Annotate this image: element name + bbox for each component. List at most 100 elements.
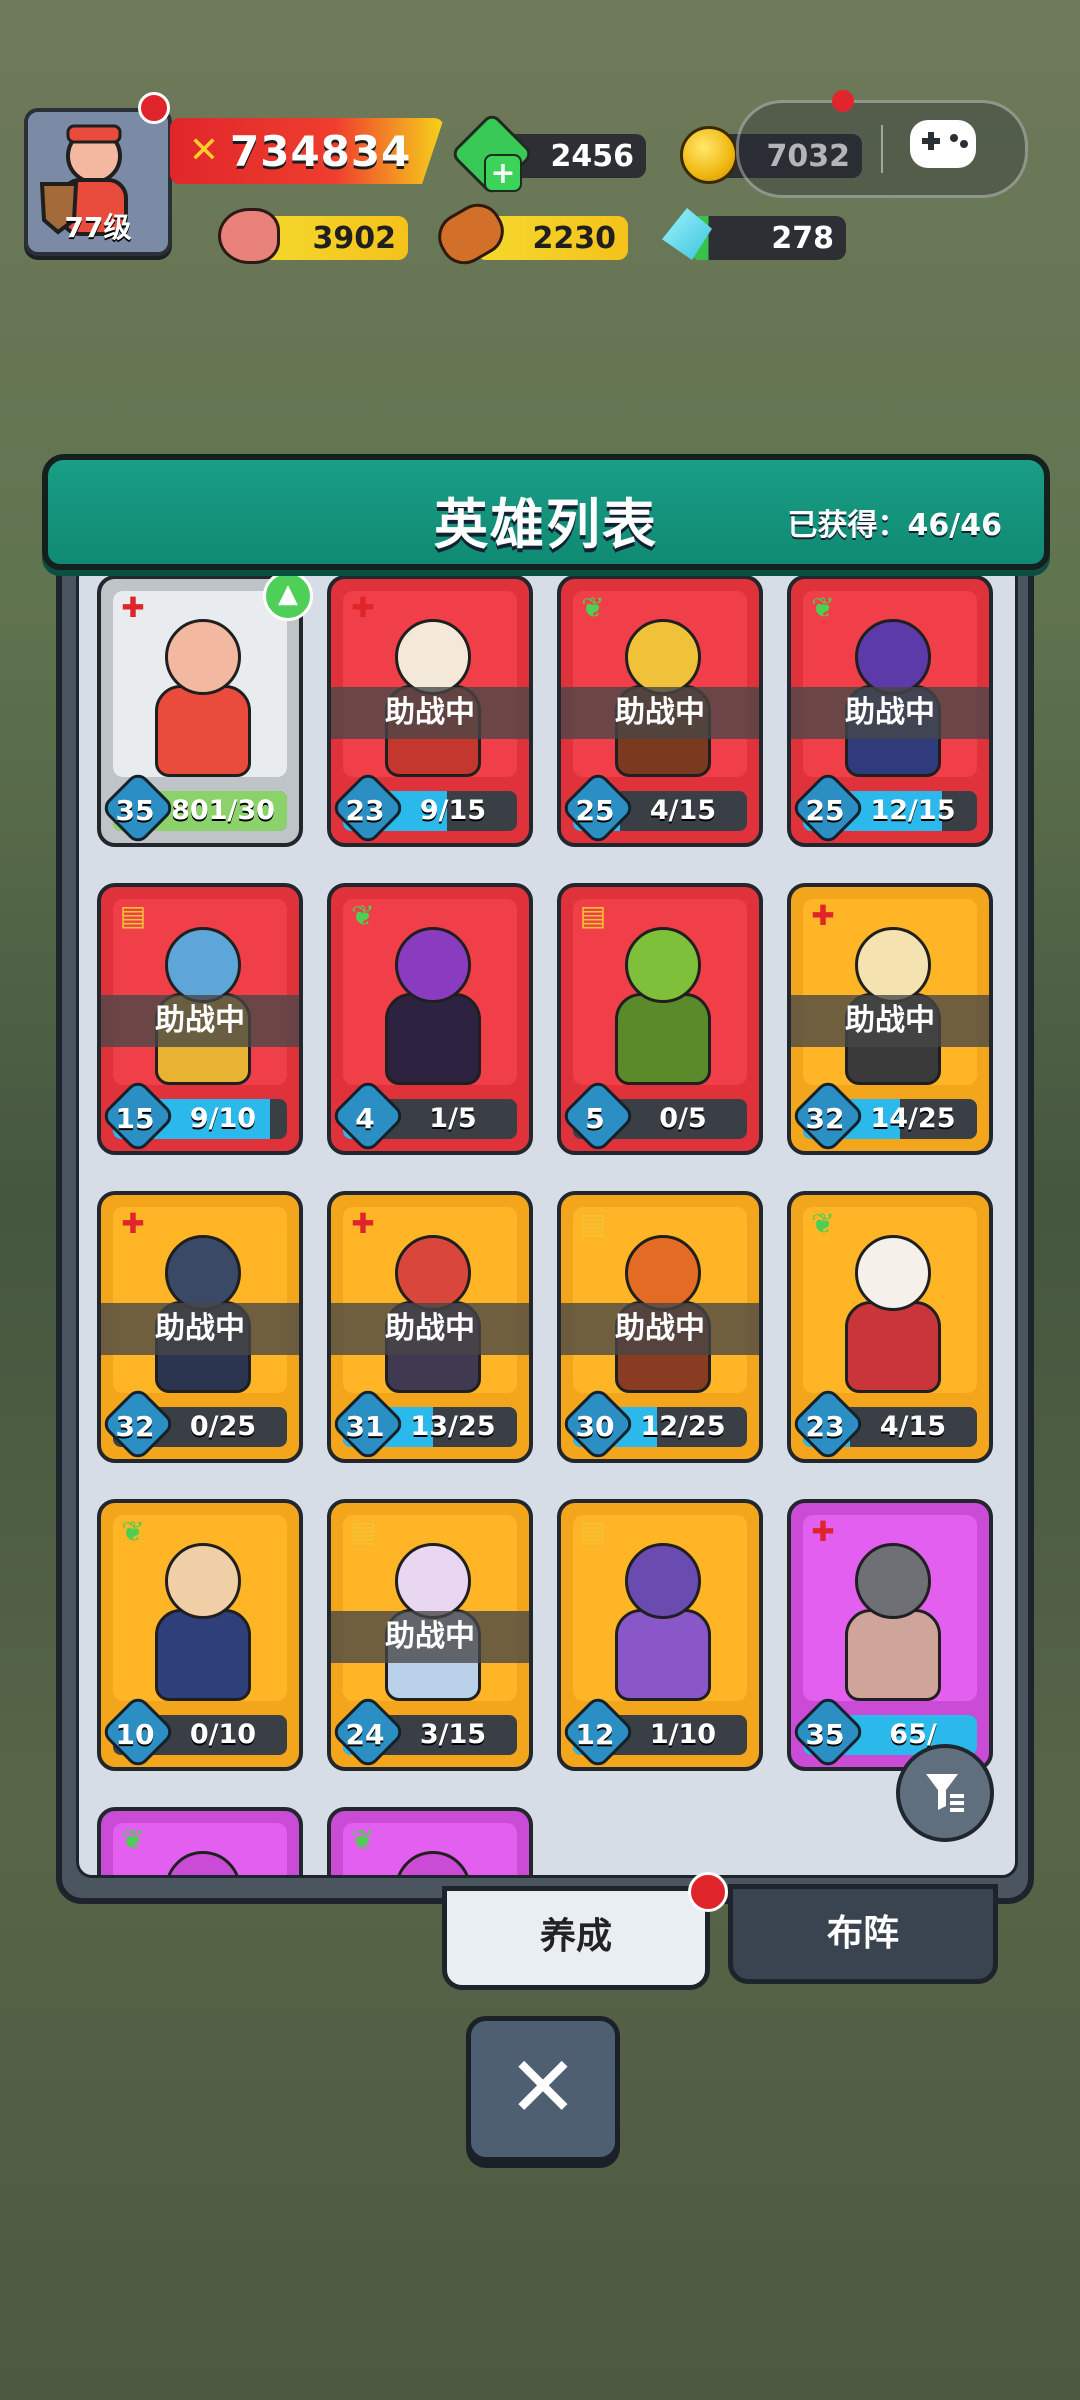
shard-progress-text: 9/15 — [419, 795, 487, 826]
hero-level: 35 — [805, 1718, 845, 1751]
hero-card[interactable]: ✚ 助战中 14/25 32 — [787, 883, 993, 1155]
hero-class-icon: ❦ — [811, 1206, 835, 1240]
add-gem-icon[interactable]: + — [484, 154, 522, 192]
hero-class-icon: ✚ — [811, 898, 835, 932]
upgrade-arrow-icon: ▲ — [263, 571, 313, 621]
hero-card[interactable]: ✚ 助战中 0/25 32 — [97, 1191, 303, 1463]
gem-value: 2456 — [550, 138, 635, 174]
hero-card[interactable]: ✚ 65/35 — [787, 1499, 993, 1771]
hero-level: 35 — [115, 794, 155, 827]
player-avatar[interactable]: 77级 — [24, 108, 172, 256]
gold-coin-icon — [680, 126, 738, 184]
hero-class-icon: ❦ — [351, 1822, 375, 1856]
hero-class-icon: ▤ — [579, 1206, 607, 1240]
hero-card[interactable]: ✚ 助战中 13/25 31 — [327, 1191, 533, 1463]
hero-class-icon: ▤ — [579, 898, 607, 932]
shard-progress-text: 801/30 — [171, 795, 275, 826]
power-value: 734834 — [230, 126, 412, 176]
hero-class-icon: ✚ — [121, 1206, 145, 1240]
player-level: 77级 — [64, 211, 132, 244]
filter-button[interactable] — [896, 1744, 994, 1842]
hero-level: 4 — [355, 1102, 375, 1135]
train-tab-notification-dot — [688, 1872, 728, 1912]
shard-progress-text: 3/15 — [419, 1719, 487, 1750]
hero-class-icon: ▤ — [579, 1514, 607, 1548]
meat-value: 3902 — [312, 220, 397, 256]
hero-card[interactable]: ❦ 助战中 12/15 25 — [787, 575, 993, 847]
wood-value: 2230 — [532, 220, 617, 256]
filter-icon — [926, 1774, 964, 1812]
power-display: ✕ 734834 — [170, 118, 444, 184]
close-icon: ✕ — [507, 2038, 579, 2136]
hero-class-icon: ▤ — [349, 1514, 377, 1548]
hero-card[interactable]: ❦ — [97, 1807, 303, 1875]
hero-level: 30 — [575, 1410, 615, 1443]
hero-class-icon: ❦ — [811, 590, 835, 624]
hero-figure-icon — [145, 619, 255, 779]
supporting-banner: 助战中 — [561, 687, 759, 739]
hero-class-icon: ✚ — [811, 1514, 835, 1548]
hero-figure-icon — [375, 1851, 485, 1875]
hero-class-icon: ✚ — [121, 590, 145, 624]
hero-figure-icon — [145, 1543, 255, 1703]
hero-class-icon: ❦ — [581, 590, 605, 624]
shard-progress-text: 13/25 — [410, 1411, 496, 1442]
supporting-banner: 助战中 — [791, 687, 989, 739]
hero-figure-icon — [145, 1851, 255, 1875]
supporting-banner: 助战中 — [101, 995, 299, 1047]
hero-card[interactable]: ❦ 助战中 4/15 25 — [557, 575, 763, 847]
meat-icon — [218, 208, 280, 264]
crossed-swords-icon: ✕ — [188, 130, 220, 171]
hero-level: 12 — [575, 1718, 615, 1751]
supporting-banner: 助战中 — [331, 1611, 529, 1663]
avatar-notification-dot — [138, 92, 170, 124]
hero-level: 32 — [115, 1410, 155, 1443]
shard-progress-text: 1/10 — [649, 1719, 717, 1750]
supporting-banner: 助战中 — [561, 1303, 759, 1355]
crystal-value: 278 — [771, 220, 834, 256]
panel-header: 英雄列表 已获得：46/46 — [42, 454, 1050, 570]
hero-level: 10 — [115, 1718, 155, 1751]
hero-class-icon: ❦ — [121, 1514, 145, 1548]
shard-progress-text: 0/25 — [189, 1411, 257, 1442]
hero-card[interactable]: ▤ 助战中 12/25 30 — [557, 1191, 763, 1463]
shard-progress-text: 9/10 — [189, 1103, 257, 1134]
close-button[interactable]: ✕ — [466, 2016, 620, 2162]
hero-card[interactable]: ❦ 4/15 23 — [787, 1191, 993, 1463]
hero-card[interactable]: ❦ — [327, 1807, 533, 1875]
shard-progress-text: 12/15 — [870, 795, 956, 826]
tab-train[interactable]: 养成 — [442, 1886, 710, 1990]
shard-progress-text: 14/25 — [870, 1103, 956, 1134]
hero-grid[interactable]: ✚ 801/30 35 ▲ ✚ 助战中 9/15 23 ❦ 助战中 4/15 25 ❦ 助战中 12/15 2… — [76, 562, 1018, 1878]
hero-class-icon: ❦ — [121, 1822, 145, 1856]
hero-level: 24 — [345, 1718, 385, 1751]
hero-card[interactable]: ❦ 1/5 4 — [327, 883, 533, 1155]
hero-card[interactable]: ▤ 助战中 3/15 24 — [327, 1499, 533, 1771]
supporting-banner: 助战中 — [331, 687, 529, 739]
hero-level: 23 — [805, 1410, 845, 1443]
hero-card[interactable]: ▤ 1/10 12 — [557, 1499, 763, 1771]
hero-level: 15 — [115, 1102, 155, 1135]
hero-class-icon: ✚ — [351, 590, 375, 624]
record-indicator-dot — [832, 90, 854, 112]
shard-progress-text: 4/15 — [879, 1411, 947, 1442]
gamepad-icon[interactable] — [910, 120, 976, 168]
hero-level: 25 — [575, 794, 615, 827]
hero-card[interactable]: ▤ 0/5 5 — [557, 883, 763, 1155]
tab-formation[interactable]: 布阵 — [728, 1884, 998, 1984]
hero-card[interactable]: ✚ 助战中 9/15 23 — [327, 575, 533, 847]
hero-class-icon: ✚ — [351, 1206, 375, 1240]
hero-figure-icon — [375, 927, 485, 1087]
hero-figure-icon — [605, 1543, 715, 1703]
hero-card[interactable]: ▤ 助战中 9/10 15 — [97, 883, 303, 1155]
hero-figure-icon — [835, 1543, 945, 1703]
hero-figure-icon — [605, 927, 715, 1087]
shard-progress-text: 1/5 — [429, 1103, 477, 1134]
supporting-banner: 助战中 — [101, 1303, 299, 1355]
hero-figure-icon — [835, 1235, 945, 1395]
hero-class-icon: ▤ — [119, 898, 147, 932]
hero-card[interactable]: ❦ 0/10 10 — [97, 1499, 303, 1771]
shard-progress-text: 0/10 — [189, 1719, 257, 1750]
hero-level: 23 — [345, 794, 385, 827]
hero-list-panel: ✚ 801/30 35 ▲ ✚ 助战中 9/15 23 ❦ 助战中 4/15 25 ❦ 助战中 12/15 2… — [56, 470, 1034, 1904]
